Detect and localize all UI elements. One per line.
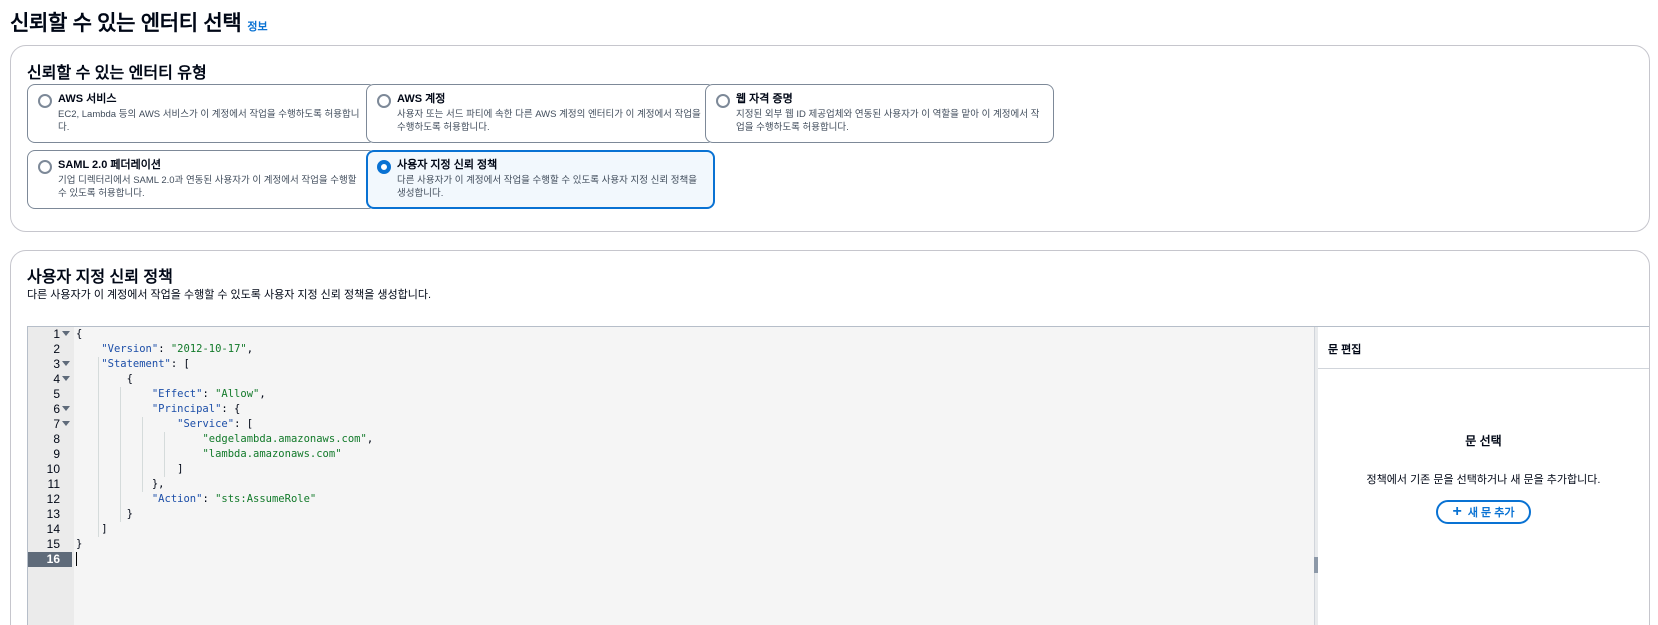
code-text: "edgelambda.amazonaws.com", [202,433,374,445]
code-line[interactable]: 15 } [28,537,1314,552]
line-number: 3 [53,357,60,371]
code-line[interactable]: 10 ] [28,462,1314,477]
code-line[interactable]: 2 "Version": "2012-10-17", [28,342,1314,357]
code-line[interactable]: 5 "Effect": "Allow", [28,387,1314,402]
custom-policy-container: 사용자 지정 신뢰 정책 다른 사용자가 이 계정에서 작업을 수행할 수 있도… [10,250,1650,625]
code-text: ] [76,523,108,535]
add-statement-label: 새 문 추가 [1467,507,1515,519]
code-text: "Principal": { [151,403,241,415]
tile-custom-trust-policy[interactable]: 사용자 지정 신뢰 정책 다른 사용자가 이 계정에서 작업을 수행할 수 있도… [366,150,715,209]
radio-icon[interactable] [38,94,52,108]
code-line[interactable]: 3 "Statement": [ [28,357,1314,372]
code-line[interactable]: 14 ] [28,522,1314,537]
fold-arrow-icon[interactable] [62,361,70,366]
line-number: 7 [53,417,60,431]
page-header: 신뢰할 수 있는 엔터티 선택 정보 [10,7,268,37]
tile-label: 사용자 지정 신뢰 정책 [397,159,498,171]
radio-icon[interactable] [38,160,52,174]
tile-desc: 기업 디렉터리에서 SAML 2.0과 연동된 사용자가 이 계정에서 작업을 … [58,175,357,199]
tile-saml-federation[interactable]: SAML 2.0 페더레이션 기업 디렉터리에서 SAML 2.0과 연동된 사… [27,150,376,209]
tile-aws-account[interactable]: AWS 계정 사용자 또는 서드 파티에 속한 다른 AWS 계정의 엔터티가 … [366,84,715,143]
line-number: 2 [53,342,60,356]
tile-label: AWS 서비스 [58,93,117,105]
code-text: "Version": "2012-10-17", [101,343,254,355]
code-line[interactable]: 9 "lambda.amazonaws.com" [28,447,1314,462]
plus-icon: + [1452,503,1462,520]
code-text: "Effect": "Allow", [151,388,266,400]
fold-arrow-icon[interactable] [62,331,70,336]
tile-label: 웹 자격 증명 [736,93,793,105]
line-number: 13 [46,507,60,521]
radio-selected-icon[interactable] [377,160,391,174]
line-number: 6 [53,402,60,416]
side-panel-header: 문 편집 [1318,327,1649,369]
code-text: } [76,508,133,520]
tile-label: AWS 계정 [397,93,446,105]
entity-type-title: 신뢰할 수 있는 엔터티 유형 [27,65,207,82]
radio-icon[interactable] [377,94,391,108]
tile-desc: EC2, Lambda 등의 AWS 서비스가 이 계정에서 작업을 수행하도록… [58,109,360,133]
line-number: 8 [53,432,60,446]
code-line-active[interactable]: 16 [28,552,1314,567]
code-text: { [76,328,83,340]
radio-icon[interactable] [716,94,730,108]
code-line[interactable]: 12 "Action": "sts:AssumeRole" [28,492,1314,507]
code-text: "Action": "sts:AssumeRole" [151,493,317,505]
line-number: 9 [53,447,60,461]
tile-web-identity[interactable]: 웹 자격 증명 지정된 외부 웹 ID 제공업체와 연동된 사용자가 이 역할을… [705,84,1054,143]
fold-arrow-icon[interactable] [62,406,70,411]
side-panel-title: 문 선택 [1465,434,1502,448]
tile-desc: 사용자 또는 서드 파티에 속한 다른 AWS 계정의 엔터티가 이 계정에서 … [397,109,701,133]
page-title: 신뢰할 수 있는 엔터티 선택 [10,12,242,35]
code-line[interactable]: 4 { [28,372,1314,387]
tile-desc: 다른 사용자가 이 계정에서 작업을 수행할 수 있도록 사용자 지정 신뢰 정… [397,175,697,199]
fold-arrow-icon[interactable] [62,421,70,426]
line-number: 10 [46,462,60,476]
code-line[interactable]: 8 "edgelambda.amazonaws.com", [28,432,1314,447]
line-number: 15 [46,537,60,551]
line-number: 1 [53,327,60,341]
policy-editor[interactable]: 1 { 2 "Version": "2012-10-17", 3 "Statem… [27,326,1649,625]
add-statement-button[interactable]: + 새 문 추가 [1436,500,1531,524]
tile-aws-service[interactable]: AWS 서비스 EC2, Lambda 등의 AWS 서비스가 이 계정에서 작… [27,84,376,143]
line-number: 14 [46,522,60,536]
custom-policy-title: 사용자 지정 신뢰 정책 [27,269,173,286]
code-text: { [76,373,133,385]
code-line[interactable]: 6 "Principal": { [28,402,1314,417]
text-cursor [76,552,77,566]
side-panel-desc: 정책에서 기존 문을 선택하거나 새 문을 추가합니다. [1366,474,1601,486]
code-line[interactable]: 11 }, [28,477,1314,492]
side-panel-body: 문 선택 정책에서 기존 문을 선택하거나 새 문을 추가합니다. + 새 문 … [1318,369,1649,524]
tile-label: SAML 2.0 페더레이션 [58,159,161,171]
entity-type-container: 신뢰할 수 있는 엔터티 유형 AWS 서비스 EC2, Lambda 등의 A… [10,45,1650,232]
code-text: "Service": [ [177,418,254,430]
line-number: 16 [28,552,72,567]
code-line[interactable]: 7 "Service": [ [28,417,1314,432]
code-text: } [76,538,83,550]
code-line[interactable]: 1 { [28,327,1314,342]
line-number: 11 [47,477,60,491]
code-text: "Statement": [ [101,358,190,370]
code-line[interactable]: 13 } [28,507,1314,522]
tile-desc: 지정된 외부 웹 ID 제공업체와 연동된 사용자가 이 역할을 맡아 이 계정… [736,109,1040,133]
statement-side-panel: 문 편집 문 선택 정책에서 기존 문을 선택하거나 새 문을 추가합니다. +… [1318,327,1649,625]
line-number: 4 [53,372,60,386]
info-link[interactable]: 정보 [247,18,267,34]
code-text: }, [76,478,165,490]
code-text: ] [76,463,184,475]
custom-policy-desc: 다른 사용자가 이 계정에서 작업을 수행할 수 있도록 사용자 지정 신뢰 정… [27,289,432,301]
line-number: 5 [53,387,60,401]
line-number: 12 [46,492,60,506]
fold-arrow-icon[interactable] [62,376,70,381]
code-text: "lambda.amazonaws.com" [202,448,342,460]
